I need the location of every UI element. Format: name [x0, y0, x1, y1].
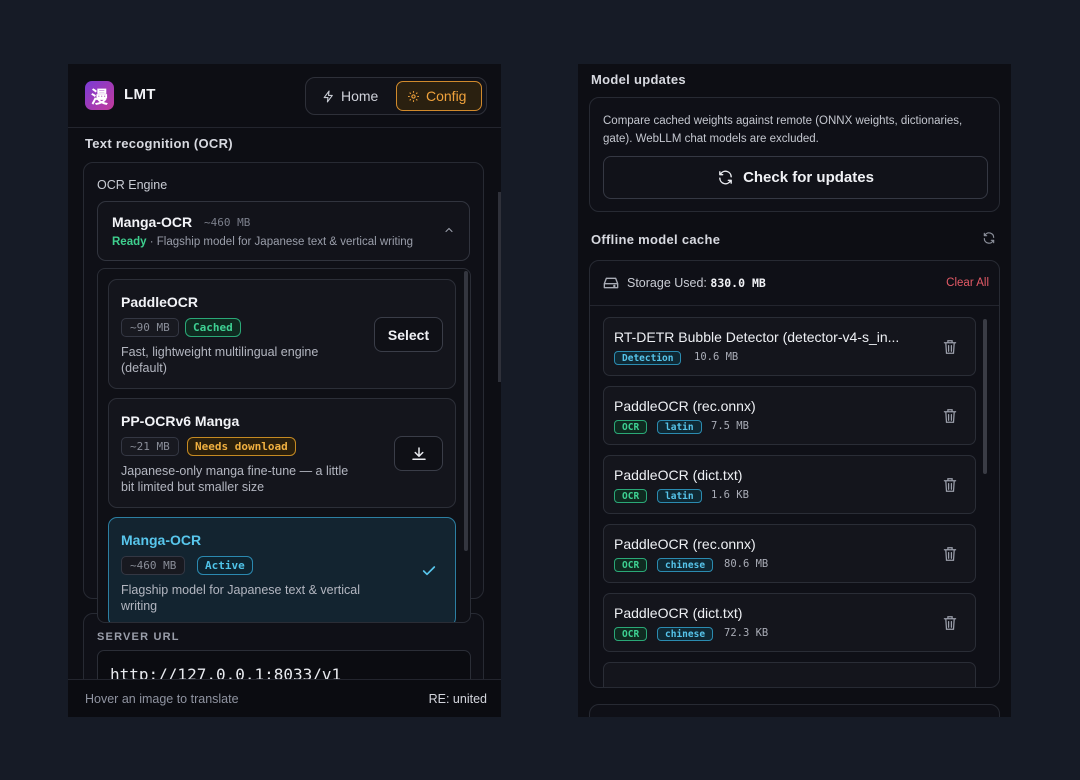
option-size: ~460 MB — [121, 556, 186, 575]
selected-engine-name: Manga-OCR — [112, 214, 193, 230]
download-icon — [411, 446, 426, 460]
selected-engine-desc: · Flagship model for Japanese text & ver… — [149, 236, 414, 248]
app-name: LMT — [124, 86, 156, 103]
cache-item-tag: OCR — [614, 489, 648, 503]
section-title: Text recognition (OCR) — [85, 136, 233, 151]
header: 漫 LMT Home Config — [68, 64, 501, 128]
cache-item-size: 1.6 KB — [711, 489, 749, 501]
option-pp-ocrv6-manga[interactable]: PP-OCRv6 Manga ~21 MB Needs download Jap… — [108, 398, 456, 508]
nav-group: Home Config — [305, 77, 487, 115]
trash-icon[interactable] — [943, 339, 957, 355]
option-size: ~21 MB — [121, 437, 179, 456]
cache-item-tag: OCR — [614, 627, 648, 641]
check-icon — [422, 566, 436, 576]
config-button[interactable]: Config — [396, 81, 482, 111]
cache-item: RT-DETR Bubble Detector (detector-v4-s_i… — [603, 317, 976, 376]
ocr-engine-label: OCR Engine — [97, 178, 168, 192]
cache-item: PaddleOCR (dict.txt) OCR chinese 72.3 KB — [603, 593, 976, 652]
cached-badge: Cached — [185, 318, 241, 337]
cache-item-tag: OCR — [614, 558, 648, 572]
chevron-up-icon — [445, 227, 453, 233]
server-url-label: SERVER URL — [97, 631, 180, 643]
cache-item-size: 72.3 KB — [724, 627, 769, 639]
model-updates-desc: Compare cached weights against remote (O… — [603, 115, 963, 145]
home-label: Home — [341, 88, 379, 104]
offline-cache-title: Offline model cache — [591, 232, 721, 247]
needs-download-badge: Needs download — [187, 437, 296, 456]
refresh-icon — [719, 170, 732, 185]
cache-item-size: 7.5 MB — [711, 420, 749, 432]
model-updates-title: Model updates — [591, 72, 686, 87]
cache-item: PaddleOCR (rec.onnx) OCR chinese 80.6 MB — [603, 524, 976, 583]
cache-item-name: RT-DETR Bubble Detector (detector-v4-s_i… — [614, 329, 900, 345]
storage-used: Storage Used: 830.0 MB — [627, 276, 766, 290]
trash-icon[interactable] — [943, 408, 957, 424]
cache-item-size: 80.6 MB — [724, 558, 769, 570]
trash-icon[interactable] — [943, 477, 957, 493]
dropdown-scrollbar[interactable] — [464, 271, 468, 551]
offline-cache-section: Storage Used: 830.0 MB Clear All RT-DETR… — [589, 260, 1000, 688]
option-name: Manga-OCR — [121, 532, 202, 548]
ready-label: Ready — [112, 236, 147, 248]
option-desc: Fast, lightweight multilingual engine (d… — [121, 345, 319, 375]
settings-panel: Model updates Compare cached weights aga… — [578, 64, 1011, 717]
cache-item-tag: latin — [657, 489, 702, 503]
cache-item-name: PaddleOCR (dict.txt) — [614, 467, 743, 483]
option-paddleocr[interactable]: PaddleOCR ~90 MB Cached Fast, lightweigh… — [108, 279, 456, 389]
option-manga-ocr[interactable]: Manga-OCR ~460 MB Active Flagship model … — [108, 517, 456, 622]
cache-item-tag: chinese — [657, 627, 714, 641]
trash-icon[interactable] — [943, 546, 957, 562]
check-updates-label: Check for updates — [743, 169, 874, 186]
option-name: PP-OCRv6 Manga — [121, 413, 240, 429]
cache-item-name: PaddleOCR (rec.onnx) — [614, 536, 756, 552]
cache-item-tag: chinese — [657, 558, 714, 572]
hard-drive-icon — [603, 277, 619, 289]
config-label: Config — [426, 88, 467, 104]
model-updates-section: Compare cached weights against remote (O… — [589, 97, 1000, 212]
option-desc: Flagship model for Japanese text & verti… — [121, 583, 361, 613]
ocr-engine-select[interactable]: Manga-OCR ~460 MB Ready · Flagship model… — [97, 201, 470, 261]
zap-icon — [323, 90, 333, 102]
storage-row: Storage Used: 830.0 MB Clear All — [590, 261, 999, 306]
footer: Hover an image to translate RE: united — [68, 679, 501, 717]
download-button[interactable] — [394, 436, 443, 471]
footer-hint: Hover an image to translate — [85, 692, 239, 706]
gear-icon — [408, 90, 419, 102]
cache-item-name: PaddleOCR (rec.onnx) — [614, 398, 756, 414]
refresh-icon[interactable] — [982, 231, 996, 245]
cache-item: PaddleOCR (rec.onnx) OCR latin 7.5 MB — [603, 386, 976, 445]
selected-engine-status: Ready · Flagship model for Japanese text… — [112, 236, 413, 248]
cache-item-tag: Detection — [614, 351, 682, 365]
storage-label: Storage Used: — [627, 276, 707, 290]
cache-item-size: 10.6 MB — [694, 351, 739, 363]
panel-scrollbar[interactable] — [498, 192, 501, 382]
trash-icon[interactable] — [943, 615, 957, 631]
cache-item: PaddleOCR (dict.txt) OCR latin 1.6 KB — [603, 455, 976, 514]
home-button[interactable]: Home — [312, 81, 392, 111]
footer-status: RE: united — [428, 692, 487, 706]
ocr-engine-dropdown: PaddleOCR ~90 MB Cached Fast, lightweigh… — [97, 268, 471, 623]
selected-engine-size: ~460 MB — [204, 216, 251, 229]
cache-item-name: PaddleOCR (dict.txt) — [614, 605, 743, 621]
app-logo: 漫 — [85, 81, 114, 110]
cache-item-tag: OCR — [614, 420, 648, 434]
clear-all-button[interactable]: Clear All — [946, 277, 989, 289]
option-size: ~90 MB — [121, 318, 179, 337]
select-button[interactable]: Select — [374, 317, 443, 352]
option-desc: Japanese-only manga fine-tune — a little… — [121, 464, 349, 494]
storage-value: 830.0 MB — [710, 276, 766, 290]
next-section — [589, 704, 1000, 717]
cache-item-tag: latin — [657, 420, 702, 434]
cache-item-partial — [603, 662, 976, 687]
active-badge: Active — [197, 556, 253, 575]
check-updates-button[interactable]: Check for updates — [603, 156, 988, 199]
option-name: PaddleOCR — [121, 294, 199, 310]
cache-scrollbar[interactable] — [983, 319, 987, 474]
